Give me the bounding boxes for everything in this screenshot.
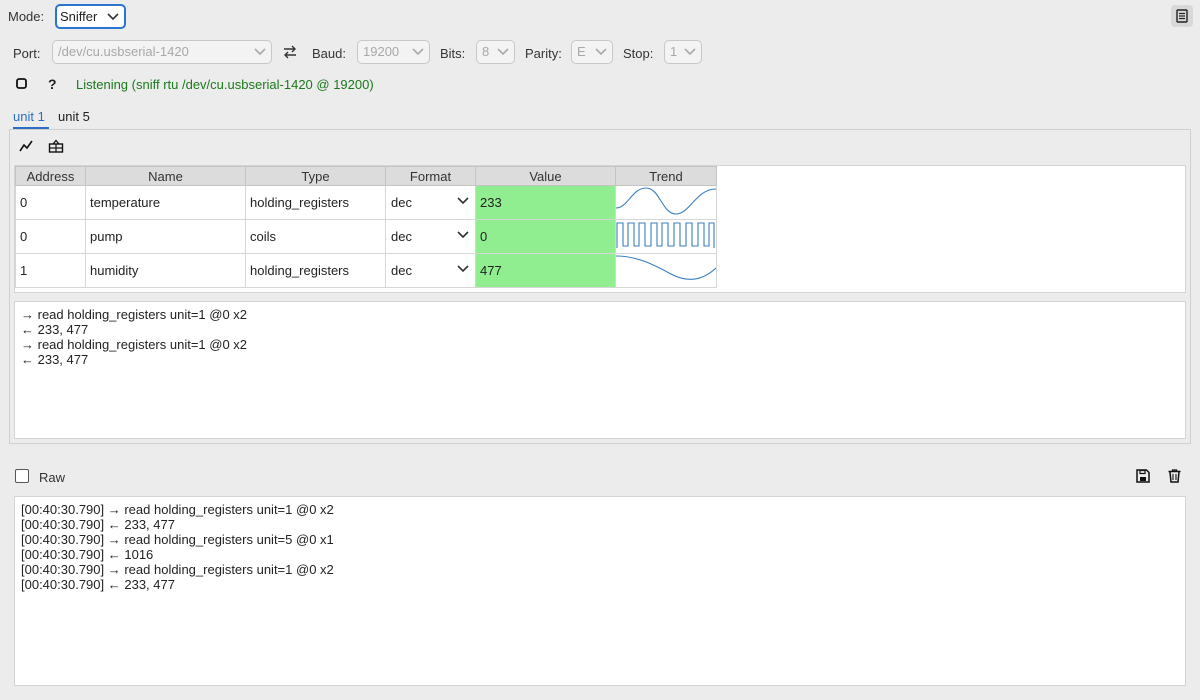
swap-arrows-icon	[284, 45, 296, 59]
chevron-down-icon	[684, 48, 696, 56]
raw-log[interactable]: [00:40:30.790] → read holding_registers …	[14, 496, 1186, 686]
port-select-value: /dev/cu.usbserial-1420	[58, 44, 189, 59]
mode-select[interactable]: Sniffer	[55, 4, 126, 29]
mode-label: Mode:	[8, 9, 45, 24]
cell-address: 0	[15, 185, 86, 220]
trend-sparkline	[615, 255, 717, 280]
tab-unit-1[interactable]: unit 1	[13, 109, 49, 129]
chevron-down-icon	[457, 231, 469, 239]
log-line: [00:40:30.790] → read holding_registers …	[21, 502, 334, 517]
log-line: [00:40:30.790] → read holding_registers …	[21, 532, 334, 547]
parity-select[interactable]: E	[571, 40, 613, 64]
cell-type: holding_registers	[245, 185, 386, 220]
cell-address: 0	[15, 219, 86, 254]
help-button[interactable]: ?	[48, 76, 57, 92]
log-line: [00:40:30.790] → read holding_registers …	[21, 562, 334, 577]
log-line: → read holding_registers unit=1 @0 x2	[21, 307, 248, 322]
cell-type: coils	[245, 219, 386, 254]
tab-label: unit 5	[58, 109, 90, 124]
cell-value: 233	[475, 185, 616, 220]
trend-cell	[615, 185, 717, 220]
stop-label: Stop:	[623, 46, 654, 61]
format-select[interactable]: dec	[385, 185, 476, 220]
log-line: [00:40:30.790] ← 233, 477	[21, 517, 175, 532]
chevron-down-icon	[457, 265, 469, 273]
format-value: dec	[391, 195, 412, 210]
trend-sparkline	[616, 222, 715, 248]
bits-select-value: 8	[482, 44, 490, 59]
baud-select[interactable]: 19200	[357, 40, 430, 64]
baud-label: Baud:	[312, 46, 346, 61]
port-select[interactable]: /dev/cu.usbserial-1420	[52, 40, 272, 64]
register-table: Address Name Type Format Value Trend 0 t…	[14, 165, 1186, 293]
stop-button[interactable]	[13, 75, 29, 91]
table-row[interactable]: 1 humidity holding_registers dec 477	[15, 253, 717, 288]
stop-select[interactable]: 1	[664, 40, 702, 64]
baud-select-value: 19200	[363, 44, 400, 59]
table-row[interactable]: 0 pump coils dec 0	[15, 219, 717, 254]
sidebar-icon	[1176, 9, 1188, 23]
status-text: Listening (sniff rtu /dev/cu.usbserial-1…	[76, 77, 374, 92]
trend-cell	[615, 253, 717, 288]
chevron-down-icon	[595, 48, 607, 56]
cell-name: humidity	[85, 253, 246, 288]
parity-select-value: E	[577, 44, 586, 59]
line-chart-icon	[19, 140, 33, 152]
format-value: dec	[391, 263, 412, 278]
write-register-icon	[48, 139, 64, 153]
raw-label: Raw	[39, 470, 66, 485]
floppy-disk-icon	[1136, 469, 1150, 483]
log-line: ← 233, 477	[21, 352, 89, 367]
chart-button[interactable]	[16, 136, 36, 156]
log-line: [00:40:30.790] ← 1016	[21, 547, 154, 562]
mode-select-value: Sniffer	[60, 9, 98, 24]
chevron-down-icon	[254, 48, 266, 56]
table-row[interactable]: 0 temperature holding_registers dec 233	[15, 185, 717, 220]
column-header-name[interactable]: Name	[85, 166, 246, 186]
bits-label: Bits:	[440, 46, 466, 61]
format-select[interactable]: dec	[385, 219, 476, 254]
column-header-address[interactable]: Address	[15, 166, 86, 186]
chevron-down-icon	[412, 48, 424, 56]
parity-label: Parity:	[525, 46, 562, 61]
trend-sparkline	[615, 187, 717, 215]
toggle-sidebar-button[interactable]	[1171, 5, 1193, 27]
format-select[interactable]: dec	[385, 253, 476, 288]
stop-select-value: 1	[670, 44, 678, 59]
cell-value: 0	[475, 219, 616, 254]
column-header-value[interactable]: Value	[475, 166, 616, 186]
trash-icon	[1168, 469, 1180, 483]
log-line: ← 233, 477	[21, 322, 89, 337]
log-line: → read holding_registers unit=1 @0 x2	[21, 337, 248, 352]
tab-label: unit 1	[13, 109, 45, 124]
column-header-trend[interactable]: Trend	[615, 166, 717, 186]
format-value: dec	[391, 229, 412, 244]
column-header-type[interactable]: Type	[245, 166, 386, 186]
cell-name: temperature	[85, 185, 246, 220]
cell-name: pump	[85, 219, 246, 254]
chevron-down-icon	[457, 197, 469, 205]
trend-cell	[615, 219, 717, 254]
cell-value: 477	[475, 253, 616, 288]
swap-port-button[interactable]	[281, 42, 299, 62]
bits-select[interactable]: 8	[476, 40, 515, 64]
cell-address: 1	[15, 253, 86, 288]
chevron-down-icon	[107, 13, 119, 21]
raw-checkbox[interactable]	[15, 469, 29, 483]
port-label: Port:	[13, 46, 41, 61]
log-line: [00:40:30.790] ← 233, 477	[21, 577, 175, 592]
cell-type: holding_registers	[245, 253, 386, 288]
write-register-button[interactable]	[46, 136, 66, 156]
save-log-button[interactable]	[1134, 467, 1152, 485]
tab-unit-5[interactable]: unit 5	[58, 109, 94, 129]
column-header-format[interactable]: Format	[385, 166, 476, 186]
unit-log[interactable]: → read holding_registers unit=1 @0 x2 ← …	[14, 301, 1186, 439]
clear-log-button[interactable]	[1165, 467, 1183, 485]
chevron-down-icon	[497, 48, 509, 56]
stop-square-icon	[15, 77, 27, 89]
